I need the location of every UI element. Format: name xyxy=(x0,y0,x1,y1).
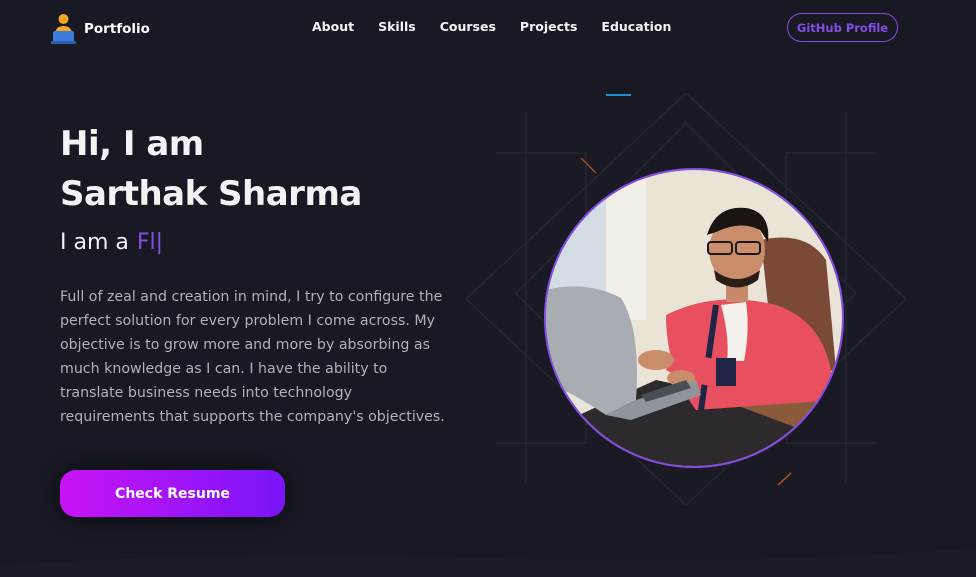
nav-link-about[interactable]: About xyxy=(312,19,354,34)
hero-bottom-curve xyxy=(0,548,976,577)
person-at-laptop-icon xyxy=(51,14,76,44)
nav-link-projects[interactable]: Projects xyxy=(520,19,578,34)
nav-link-education[interactable]: Education xyxy=(601,19,671,34)
typewriter-cursor: | xyxy=(155,230,164,255)
hero-description: Full of zeal and creation in mind, I try… xyxy=(60,289,445,426)
hero-name: Sarthak Sharma xyxy=(60,174,362,214)
typewriter-role: Fl xyxy=(136,230,156,255)
github-profile-button[interactable]: GitHub Profile xyxy=(787,13,898,42)
logo-text: Portfolio xyxy=(84,21,150,37)
navbar: Portfolio About Skills Courses Projects … xyxy=(0,0,976,57)
hero-greeting: Hi, I am xyxy=(60,124,204,164)
check-resume-button[interactable]: Check Resume xyxy=(60,470,285,517)
profile-photo xyxy=(544,168,844,468)
nav-link-courses[interactable]: Courses xyxy=(440,19,496,34)
profile-photo-illustration xyxy=(546,170,842,466)
hero-typewriter: I am a Fl| xyxy=(60,230,163,255)
nav-links: About Skills Courses Projects Education xyxy=(312,19,671,34)
typewriter-prefix: I am a xyxy=(60,230,129,255)
logo-link[interactable]: Portfolio xyxy=(51,12,150,46)
nav-link-skills[interactable]: Skills xyxy=(378,19,416,34)
